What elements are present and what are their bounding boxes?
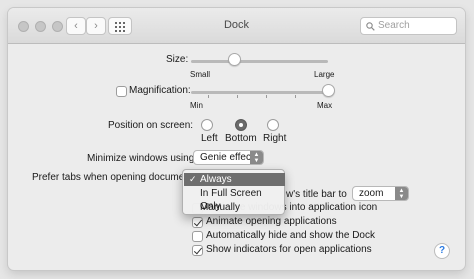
minimize-effect-popup[interactable]: Genie effect ▲ ▼: [193, 150, 264, 165]
popup-stepper-icon: ▲ ▼: [250, 151, 263, 164]
size-slider-knob[interactable]: [228, 53, 242, 66]
magnification-slider-knob[interactable]: [321, 84, 335, 97]
size-label: Size:: [166, 54, 189, 65]
search-field[interactable]: Search: [360, 17, 457, 35]
title-bar: ‹ › Dock Search: [8, 8, 465, 44]
size-slider-track[interactable]: [191, 60, 328, 63]
checkmark-icon: ✓: [189, 174, 197, 184]
search-icon: [366, 22, 375, 31]
magnification-slider-track[interactable]: [191, 91, 328, 94]
preferences-window: ‹ › Dock Search Size: Small Large Magnif…: [8, 8, 465, 270]
double-click-action-value: zoom: [359, 188, 384, 199]
position-label: Position on screen:: [108, 120, 194, 131]
animate-label: Animate opening applications: [206, 216, 337, 227]
help-icon: ?: [438, 245, 446, 256]
position-right-radio[interactable]: [267, 119, 279, 131]
position-right-label: Right: [263, 133, 287, 144]
double-click-action-popup[interactable]: zoom ▲ ▼: [352, 186, 409, 201]
indicators-label: Show indicators for open applications: [206, 244, 372, 255]
size-min-label: Small: [190, 70, 211, 79]
position-left-label: Left: [201, 133, 218, 144]
position-bottom-radio[interactable]: [235, 119, 247, 131]
magnification-min-label: Min: [190, 101, 203, 110]
menu-item-full-screen-only[interactable]: In Full Screen Only: [184, 187, 285, 212]
minimize-label: Minimize windows using:: [87, 153, 198, 164]
animate-checkbox[interactable]: [192, 217, 203, 228]
prefer-tabs-menu: ✓ Always In Full Screen Only Manually: [182, 169, 285, 215]
help-button[interactable]: ?: [434, 243, 450, 259]
size-max-label: Large: [314, 70, 335, 79]
magnification-label: Magnification:: [129, 85, 191, 96]
menu-item-always[interactable]: ✓ Always: [184, 173, 285, 186]
position-bottom-label: Bottom: [225, 133, 257, 144]
indicators-checkbox[interactable]: [192, 245, 203, 256]
autohide-label: Automatically hide and show the Dock: [206, 230, 375, 241]
search-placeholder: Search: [378, 20, 410, 31]
popup-stepper-icon: ▲ ▼: [395, 187, 408, 200]
magnification-max-label: Max: [317, 101, 333, 110]
autohide-checkbox[interactable]: [192, 231, 203, 242]
menu-item-manually[interactable]: Manually: [184, 201, 285, 214]
position-left-radio[interactable]: [201, 119, 213, 131]
magnification-checkbox[interactable]: [116, 86, 127, 97]
prefer-tabs-label: Prefer tabs when opening documents: [32, 172, 198, 183]
double-click-label: w's title bar to: [286, 189, 347, 200]
minimize-effect-value: Genie effect: [200, 152, 254, 163]
